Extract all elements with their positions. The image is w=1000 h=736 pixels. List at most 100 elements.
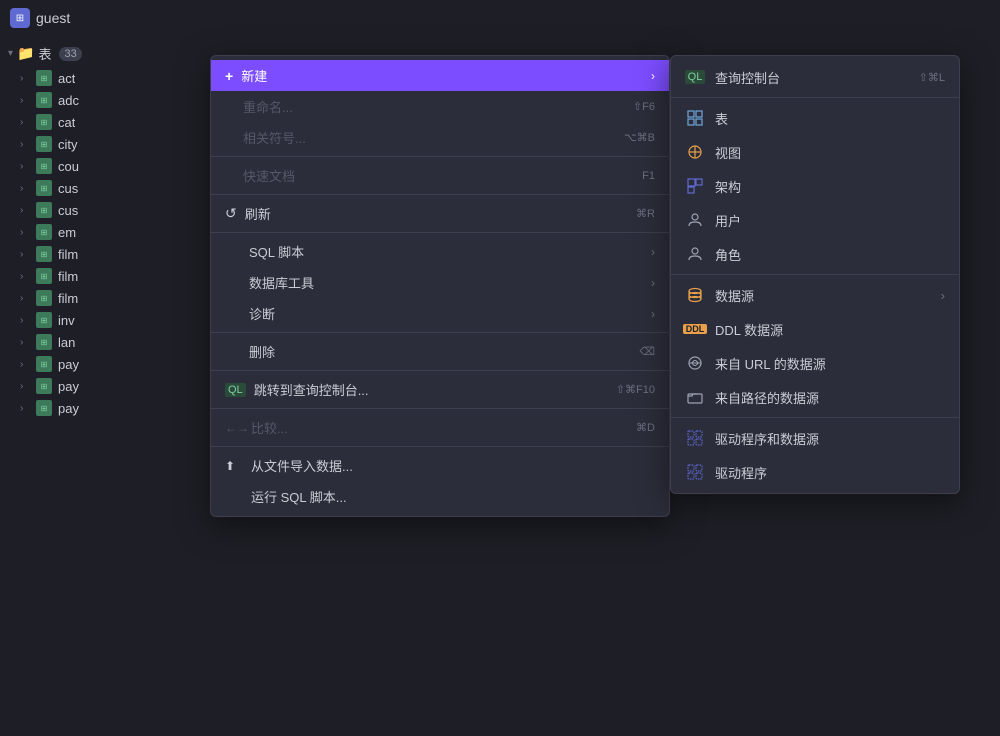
submenu-label-driver-ds: 驱动程序和数据源 bbox=[715, 429, 819, 448]
divider-5 bbox=[211, 370, 669, 371]
submenu-item-ddl-datasource[interactable]: DDL DDL 数据源 bbox=[671, 312, 959, 346]
tree-item-adc[interactable]: › ⊞ adc bbox=[0, 89, 210, 111]
app-title: guest bbox=[36, 10, 70, 26]
sub-divider-3 bbox=[671, 417, 959, 418]
submenu-label-driver: 驱动程序 bbox=[715, 463, 767, 482]
menu-item-quickdoc: 快速文档 F1 bbox=[211, 160, 669, 191]
tree-item-pay3[interactable]: › ⊞ pay bbox=[0, 397, 210, 419]
arrow-icon: › bbox=[651, 69, 655, 83]
url-icon bbox=[685, 353, 705, 373]
tree-item-cou[interactable]: › ⊞ cou bbox=[0, 155, 210, 177]
submenu-label-table: 表 bbox=[715, 109, 728, 128]
menu-label-rename: 重命名... bbox=[243, 97, 293, 116]
ql-icon: QL bbox=[225, 383, 246, 397]
table-name: film bbox=[58, 247, 78, 262]
table-name: adc bbox=[58, 93, 79, 108]
chevron-icon: › bbox=[20, 139, 30, 150]
submenu-item-table[interactable]: 表 bbox=[671, 101, 959, 135]
menu-item-refresh[interactable]: ↺ 刷新 ⌘R bbox=[211, 198, 669, 229]
query-console-icon: QL bbox=[685, 67, 705, 87]
tree-item-cat[interactable]: › ⊞ cat bbox=[0, 111, 210, 133]
submenu-label-view: 视图 bbox=[715, 143, 741, 162]
table-icon: ⊞ bbox=[36, 378, 52, 394]
role-icon bbox=[685, 244, 705, 264]
tree-item-cus1[interactable]: › ⊞ cus bbox=[0, 177, 210, 199]
submenu-item-url-datasource[interactable]: 来自 URL 的数据源 bbox=[671, 346, 959, 380]
submenu-item-datasource[interactable]: 数据源 › bbox=[671, 278, 959, 312]
menu-item-goto-query[interactable]: QL 跳转到查询控制台... ⇧⌘F10 bbox=[211, 374, 669, 405]
tree-item-act[interactable]: › ⊞ act bbox=[0, 67, 210, 89]
divider-2 bbox=[211, 194, 669, 195]
view-icon bbox=[685, 142, 705, 162]
table-name: film bbox=[58, 269, 78, 284]
submenu-item-query-console[interactable]: QL 查询控制台 ⇧⌘L bbox=[671, 60, 959, 94]
tree-item-cus2[interactable]: › ⊞ cus bbox=[0, 199, 210, 221]
tree-item-pay1[interactable]: › ⊞ pay bbox=[0, 353, 210, 375]
tree-item-film2[interactable]: › ⊞ film bbox=[0, 265, 210, 287]
shortcut-delete: ⌫ bbox=[639, 345, 655, 358]
sub-divider-1 bbox=[671, 97, 959, 98]
submenu-label-role: 角色 bbox=[715, 245, 741, 264]
menu-item-new[interactable]: + 新建 › bbox=[211, 60, 669, 91]
tree-item-em[interactable]: › ⊞ em bbox=[0, 221, 210, 243]
tree-item-inv[interactable]: › ⊞ inv bbox=[0, 309, 210, 331]
menu-item-diagnose[interactable]: 诊断 › bbox=[211, 298, 669, 329]
table-name: film bbox=[58, 291, 78, 306]
submenu-item-driver[interactable]: 驱动程序 bbox=[671, 455, 959, 489]
table-icon: ⊞ bbox=[36, 70, 52, 86]
menu-label-diagnose: 诊断 bbox=[249, 304, 275, 323]
chevron-icon: › bbox=[20, 293, 30, 304]
table-name: cus bbox=[58, 203, 78, 218]
table-icon: ⊞ bbox=[36, 290, 52, 306]
menu-label-goto-query: 跳转到查询控制台... bbox=[254, 380, 369, 399]
table-icon: ⊞ bbox=[36, 334, 52, 350]
submenu-label-query-console: 查询控制台 bbox=[715, 68, 780, 87]
table-name: act bbox=[58, 71, 75, 86]
chevron-icon: › bbox=[20, 183, 30, 194]
tree-item-pay2[interactable]: › ⊞ pay bbox=[0, 375, 210, 397]
tree-item-city[interactable]: › ⊞ city bbox=[0, 133, 210, 155]
table-icon: ⊞ bbox=[36, 92, 52, 108]
schema-icon bbox=[685, 176, 705, 196]
menu-item-delete[interactable]: 删除 ⌫ bbox=[211, 336, 669, 367]
table-name: pay bbox=[58, 357, 79, 372]
shortcut-quickdoc: F1 bbox=[642, 170, 655, 182]
driver-ds-icon bbox=[685, 428, 705, 448]
path-icon bbox=[685, 387, 705, 407]
menu-item-import[interactable]: ⬆ 从文件导入数据... bbox=[211, 450, 669, 481]
compare-icon: ←→ bbox=[225, 421, 243, 435]
menu-item-db-tools[interactable]: 数据库工具 › bbox=[211, 267, 669, 298]
submenu-label-url: 来自 URL 的数据源 bbox=[715, 354, 826, 373]
table-name: em bbox=[58, 225, 76, 240]
submenu-item-user[interactable]: 用户 bbox=[671, 203, 959, 237]
submenu-label-user: 用户 bbox=[715, 211, 741, 230]
table-icon: ⊞ bbox=[36, 400, 52, 416]
submenu-item-schema[interactable]: 架构 bbox=[671, 169, 959, 203]
menu-item-rename: 重命名... ⇧F6 bbox=[211, 91, 669, 122]
chevron-icon: › bbox=[20, 403, 30, 414]
chevron-icon: › bbox=[20, 249, 30, 260]
chevron-icon: › bbox=[20, 227, 30, 238]
tree-item-lan[interactable]: › ⊞ lan bbox=[0, 331, 210, 353]
menu-item-run-sql[interactable]: 运行 SQL 脚本... bbox=[211, 481, 669, 512]
expand-all-icon: ▾ bbox=[8, 48, 13, 59]
shortcut-compare: ⌘D bbox=[636, 421, 655, 434]
sub-divider-2 bbox=[671, 274, 959, 275]
shortcut-rename: ⇧F6 bbox=[633, 100, 655, 113]
submenu-item-view[interactable]: 视图 bbox=[671, 135, 959, 169]
tree-root[interactable]: ▾ 📁 表 33 bbox=[0, 40, 210, 67]
refresh-icon: ↺ bbox=[225, 205, 237, 222]
tree-item-film1[interactable]: › ⊞ film bbox=[0, 243, 210, 265]
submenu-item-driver-ds[interactable]: 驱动程序和数据源 bbox=[671, 421, 959, 455]
user-icon bbox=[685, 210, 705, 230]
chevron-icon: › bbox=[20, 359, 30, 370]
submenu-item-role[interactable]: 角色 bbox=[671, 237, 959, 271]
menu-item-sql-script[interactable]: SQL 脚本 › bbox=[211, 236, 669, 267]
tree-item-film3[interactable]: › ⊞ film bbox=[0, 287, 210, 309]
chevron-icon: › bbox=[20, 95, 30, 106]
folder-icon: 📁 bbox=[17, 45, 34, 62]
menu-label-compare: 比较... bbox=[251, 418, 288, 437]
menu-label-refresh: 刷新 bbox=[245, 204, 271, 223]
menu-item-compare: ←→ 比较... ⌘D bbox=[211, 412, 669, 443]
submenu-item-path-datasource[interactable]: 来自路径的数据源 bbox=[671, 380, 959, 414]
